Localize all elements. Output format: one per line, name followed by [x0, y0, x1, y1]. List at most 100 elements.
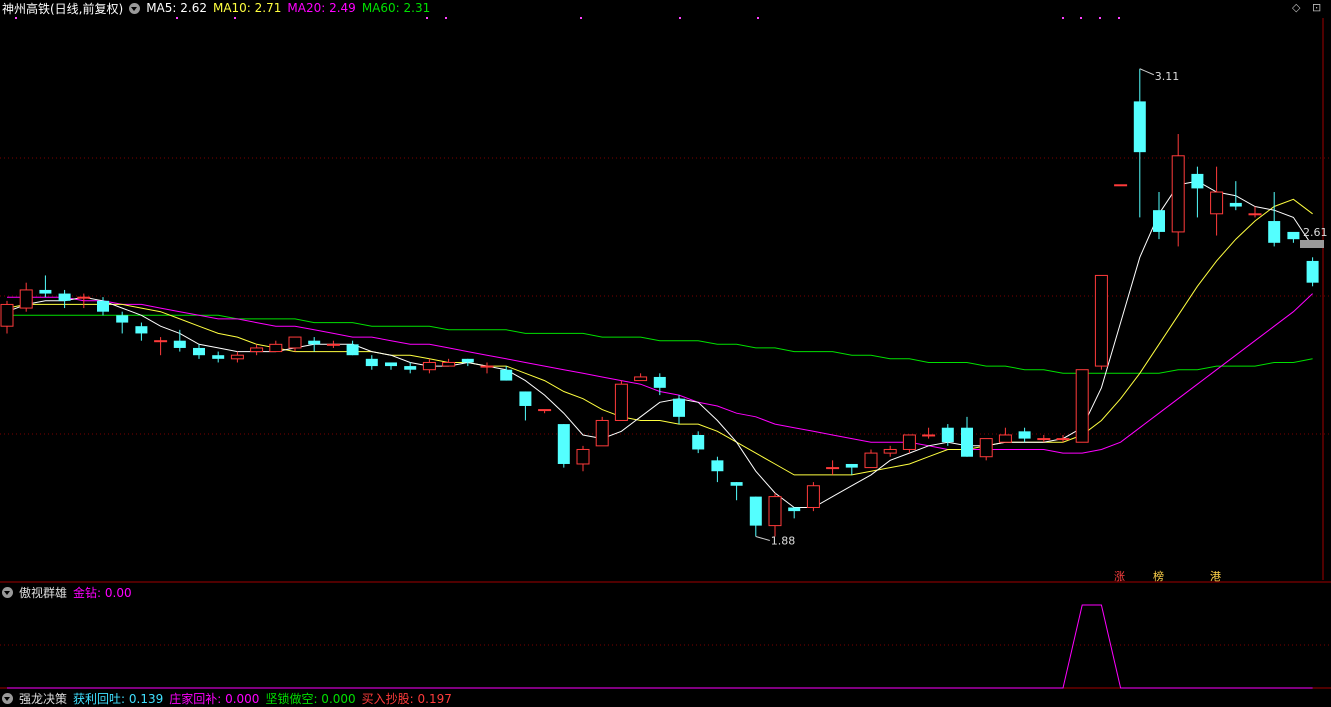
candle-body: [154, 340, 168, 343]
candle-body: [1056, 438, 1070, 441]
top-dot-marker: [1118, 17, 1120, 19]
bottom-item: 买入抄股: 0.197: [361, 691, 452, 706]
candle-body: [692, 434, 705, 450]
sub-panel-header: 傲视群雄 金钻: 0.00: [2, 584, 138, 600]
top-dot-marker: [1080, 17, 1082, 19]
ma60-readout: MA60: 2.31: [361, 1, 431, 15]
candle-body: [212, 355, 225, 359]
candle-body: [135, 326, 148, 334]
candle-body: [77, 296, 91, 299]
last-price-box: [1300, 240, 1324, 248]
candle-body: [826, 467, 840, 470]
candle-body: [902, 434, 916, 450]
bottom-panel-header: 强龙决策 获利回吐: 0.139 庄家回补: 0.000 坚锁做空: 0.000…: [2, 690, 458, 706]
candle-body: [480, 365, 494, 368]
low-pointer: [755, 536, 770, 541]
high-pointer: [1139, 68, 1154, 76]
event-marker: 港: [1210, 570, 1221, 583]
candle-body: [308, 340, 321, 345]
candle-body: [1248, 213, 1262, 216]
candle-body: [500, 369, 513, 381]
candle-body: [193, 347, 205, 356]
candle-body: [1094, 274, 1108, 367]
last-price-label: 2.61: [1303, 226, 1328, 239]
candle-body: [39, 289, 52, 294]
candle-body: [1229, 202, 1242, 207]
settings-icon[interactable]: ◇: [1292, 1, 1300, 14]
candle-body: [749, 496, 762, 526]
candle-body: [1287, 231, 1300, 240]
top-dot-marker: [580, 17, 582, 19]
candle-body: [230, 354, 244, 360]
dropdown-icon[interactable]: [2, 586, 13, 598]
candle-body: [673, 398, 685, 417]
candle-body: [1114, 184, 1128, 187]
candle-body: [845, 463, 858, 468]
ma60-line: [7, 314, 1313, 374]
sub-panel-name[interactable]: 傲视群雄: [19, 584, 67, 601]
bottom-panel-name[interactable]: 强龙决策: [19, 690, 67, 707]
bottom-item: 庄家回补: 0.000: [169, 691, 260, 706]
candle-body: [1268, 221, 1281, 243]
top-dot-marker: [1099, 17, 1101, 19]
candle-body: [806, 485, 820, 508]
top-dot-marker: [176, 17, 178, 19]
sub-panel-value: 金钻: 0.00: [73, 585, 132, 600]
stock-chart[interactable]: 3.11 1.88 2.61 涨 榜 港: [0, 0, 1331, 698]
top-dot-marker: [445, 17, 447, 19]
candle-body: [422, 361, 436, 371]
candle-body: [269, 343, 283, 353]
candle-body: [538, 409, 552, 412]
candle-body: [1075, 369, 1089, 443]
candle-body: [250, 347, 264, 353]
dropdown-icon[interactable]: [2, 692, 13, 704]
candle-body: [998, 434, 1012, 443]
candle-body: [1306, 260, 1319, 283]
candle-body: [326, 343, 340, 346]
candle-body: [557, 424, 570, 464]
candle-body: [1037, 438, 1051, 441]
main-chart-header: 神州高铁(日线,前复权) MA5: 2.62 MA10: 2.71 MA20: …: [2, 0, 436, 16]
event-marker: 涨: [1114, 570, 1125, 583]
candle-body: [19, 289, 33, 309]
candle-body: [768, 496, 782, 527]
candle-body: [979, 438, 993, 458]
ma10-readout: MA10: 2.71: [212, 1, 282, 15]
candle-body: [653, 376, 666, 388]
bottom-item: 坚锁做空: 0.000: [265, 691, 356, 706]
candle-body: [58, 293, 71, 301]
candle-body: [1171, 155, 1185, 233]
candle-body: [711, 460, 724, 472]
candle-body: [883, 448, 897, 454]
candle-body: [1018, 431, 1031, 439]
candle-body: [0, 303, 14, 327]
candle-body: [404, 366, 417, 370]
high-label: 3.11: [1155, 70, 1180, 83]
top-dot-marker: [234, 17, 236, 19]
top-dot-marker: [679, 17, 681, 19]
candle-body: [116, 315, 129, 323]
top-dot-marker: [426, 17, 428, 19]
candle-body: [173, 340, 186, 348]
candle-body: [961, 427, 973, 457]
ma20-readout: MA20: 2.49: [287, 1, 356, 15]
candle-body: [614, 383, 628, 421]
candle-body: [288, 336, 302, 349]
candle-body: [941, 427, 954, 443]
ma5-readout: MA5: 2.62: [146, 1, 207, 15]
indicator-line: [7, 604, 1313, 689]
candle-body: [595, 419, 609, 447]
candle-body: [385, 362, 397, 367]
low-label: 1.88: [771, 534, 796, 547]
candle-body: [461, 358, 474, 363]
dropdown-icon[interactable]: [129, 2, 141, 14]
top-dot-marker: [1062, 17, 1064, 19]
collapse-icon[interactable]: ⊡: [1312, 1, 1321, 14]
candle-body: [442, 361, 456, 367]
candle-body: [1210, 191, 1224, 215]
candle-body: [1191, 173, 1204, 189]
stock-title[interactable]: 神州高铁(日线,前复权): [2, 0, 123, 17]
candle-body: [1133, 101, 1146, 153]
ma5-line: [6, 180, 1314, 508]
candle-body: [519, 391, 532, 406]
